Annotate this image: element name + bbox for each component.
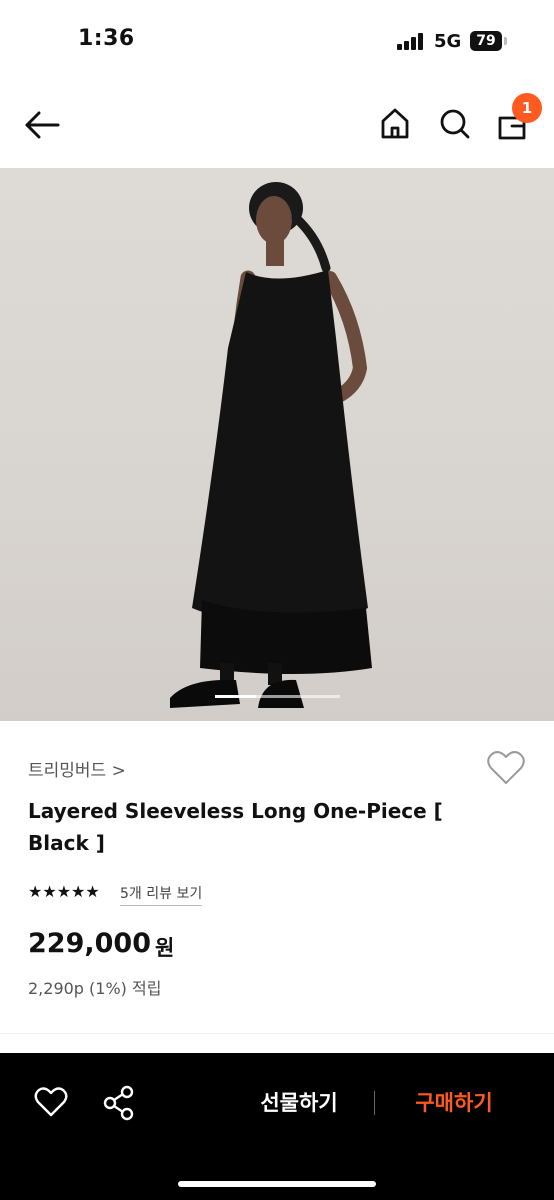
price-unit: 원 — [155, 936, 175, 960]
model-photo — [170, 182, 372, 708]
status-time: 1:36 — [78, 26, 135, 51]
image-pager-indicator — [215, 695, 256, 698]
back-button[interactable] — [22, 106, 62, 144]
product-price: 229,000 — [28, 928, 151, 959]
wishlist-button[interactable] — [486, 749, 526, 787]
rating-stars: ★★★★★ — [28, 882, 100, 901]
back-arrow-icon — [25, 111, 60, 139]
battery-icon: 79 — [470, 31, 502, 51]
product-image[interactable] — [0, 168, 554, 721]
top-nav: 1 — [0, 80, 554, 168]
share-icon — [103, 1085, 134, 1121]
review-link[interactable]: 5개 리뷰 보기 — [120, 883, 203, 906]
brand-link[interactable]: 트리밍버드 > — [28, 756, 126, 781]
signal-icon — [397, 33, 425, 50]
battery-cap — [504, 37, 507, 45]
product-title: Layered Sleeveless Long One-Piece [ Blac… — [28, 799, 443, 855]
share-button[interactable] — [101, 1084, 137, 1122]
divider — [0, 1033, 554, 1034]
heart-icon — [487, 751, 525, 784]
network-label: 5G — [434, 31, 462, 52]
heart-icon — [34, 1087, 68, 1117]
like-button[interactable] — [34, 1086, 68, 1120]
home-icon — [381, 108, 409, 139]
bottom-action-bar: 선물하기 구매하기 — [0, 1053, 554, 1200]
home-indicator — [178, 1181, 376, 1187]
search-button[interactable] — [436, 104, 474, 144]
search-icon — [440, 109, 470, 139]
bottom-bar-divider — [374, 1091, 375, 1115]
reward-points: 2,290p (1%) 적립 — [28, 979, 162, 998]
cart-count-badge: 1 — [512, 93, 542, 123]
status-bar: 1:36 5G 79 — [0, 0, 554, 80]
home-button[interactable] — [376, 104, 414, 144]
gift-button[interactable]: 선물하기 — [240, 1083, 358, 1123]
buy-button[interactable]: 구매하기 — [395, 1083, 513, 1123]
